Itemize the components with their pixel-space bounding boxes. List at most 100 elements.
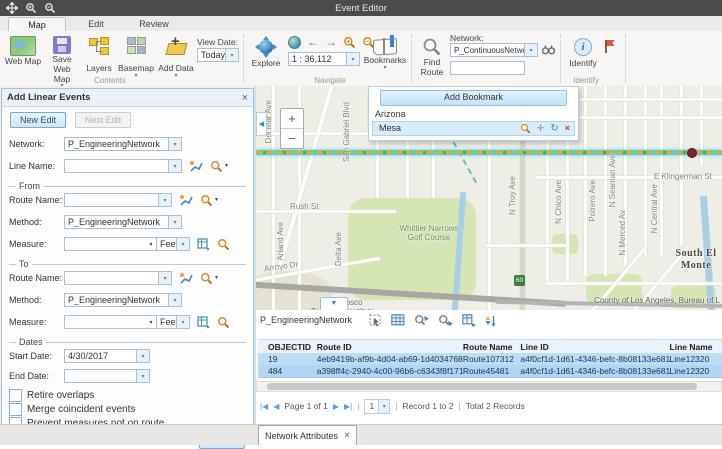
find-route-icon [416,37,448,57]
next-edit-button[interactable]: Next Edit [75,112,132,128]
chevron-down-icon [146,319,156,326]
to-measure-label: Measure: [9,317,64,327]
network-attributes-tab[interactable]: Network Attributes [258,425,357,445]
find-route-button[interactable]: Find Route [416,37,448,78]
merge-coincident-checkbox[interactable] [9,403,22,416]
tab-review[interactable]: Review [126,17,182,31]
chevron-down-icon [168,216,181,228]
to-measure-combo[interactable] [64,315,156,329]
from-unit-select[interactable]: Feet [156,237,190,251]
start-date-select[interactable]: 4/30/2017 [64,349,150,363]
line-name-select[interactable] [64,159,182,173]
poi-label: Whittier Narrows Golf Course [398,224,460,242]
bookmark-update-icon[interactable] [550,124,558,134]
street-label: Arland Ave [276,222,285,261]
previous-page-icon[interactable] [273,402,279,411]
last-page-icon[interactable] [344,402,352,411]
measure-table-icon[interactable] [197,238,210,251]
table-options-icon[interactable] [391,314,405,326]
chevron-down-icon [176,238,189,250]
from-measure-combo[interactable] [64,237,156,251]
table-pagination: Page 1 of 1 | 1 | Record 1 to 2 | Total … [260,398,722,414]
close-tab-icon[interactable] [344,430,350,441]
select-records-icon[interactable] [369,314,382,327]
new-edit-button[interactable]: New Edit [10,112,66,128]
end-date-select[interactable] [64,369,150,383]
web-map-button[interactable]: Web Map [4,36,42,67]
select-on-map-icon[interactable] [189,160,203,173]
to-unit-select[interactable]: Feet [156,315,190,329]
zoom-to-icon[interactable] [200,194,218,207]
next-extent-icon[interactable] [325,37,337,48]
binoculars-icon[interactable] [542,44,555,55]
map-zoom-control: + − [280,108,304,149]
pan-icon[interactable] [6,2,18,14]
from-method-select[interactable]: P_EngineeringNetwork [64,215,182,229]
identify-icon: i [574,38,592,56]
identify-button[interactable]: i Identify [566,38,600,69]
map-zoom-out-button[interactable]: − [281,129,303,148]
scale-select[interactable]: 1 : 36,112 [288,52,360,66]
bookmark-item-arizona[interactable]: Arizona [369,108,578,121]
bookmark-pan-icon[interactable] [537,121,545,136]
full-extent-icon[interactable] [288,36,301,49]
view-date-select[interactable]: Today [197,48,239,62]
table-row[interactable]: 484 a398ff4c-2940-4c00-96b6-c6343f8f1711… [258,365,722,378]
chevron-down-icon [215,198,218,202]
bookmarks-button[interactable]: Bookmarks [363,36,407,70]
switch-selection-icon[interactable] [462,314,476,327]
horizontal-scrollbar[interactable] [256,381,722,392]
to-method-select[interactable]: P_EngineeringNetwork [64,293,182,307]
sort-icon[interactable] [485,314,497,327]
zoom-to-icon[interactable] [217,316,230,329]
zoom-to-selection-icon[interactable] [414,314,429,327]
select-on-map-icon[interactable] [179,194,193,207]
measure-table-icon[interactable] [197,316,210,329]
add-data-button[interactable]: Add Data [156,37,196,78]
close-icon[interactable] [242,92,248,104]
bookmark-zoom-icon[interactable] [520,121,531,136]
retire-overlaps-label: Retire overlaps [27,390,94,401]
explore-button[interactable]: Explore [248,37,284,69]
bookmarks-icon [373,36,397,55]
chevron-down-icon [524,44,537,56]
page-number-select[interactable]: 1 [364,399,390,414]
bookmark-delete-icon[interactable] [565,121,570,136]
to-route-name-select[interactable] [64,271,172,285]
layers-button[interactable]: Layers [82,37,116,74]
tab-map[interactable]: Map [8,17,66,32]
column-header[interactable]: Line ID [520,342,669,352]
network-label: Network: [450,33,484,43]
first-page-icon[interactable] [260,402,268,411]
street-label: N Troy Ave [508,176,517,215]
previous-extent-icon[interactable] [307,37,319,48]
scrollbar-thumb[interactable] [267,383,697,390]
column-header[interactable]: Route ID [317,342,463,352]
map-zoom-in-button[interactable]: + [281,109,303,129]
network-select[interactable]: P_ContinuousNetwork [450,43,538,57]
zoom-to-icon[interactable] [200,272,218,285]
panel-network-select[interactable]: P_EngineeringNetwork [64,137,182,151]
add-bookmark-button[interactable]: Add Bookmark [380,90,567,106]
collapse-panel-arrow[interactable] [256,112,267,136]
zoom-to-icon[interactable] [217,238,230,251]
basemap-button[interactable]: Basemap [116,37,156,78]
street-label: Delta Ave [334,232,343,266]
zoom-in-map-icon[interactable] [343,36,356,49]
next-page-icon[interactable] [333,402,339,411]
zoom-in-icon[interactable] [25,2,37,14]
select-on-map-icon[interactable] [179,272,193,285]
tab-edit[interactable]: Edit [70,17,122,31]
column-header[interactable]: Route Name [463,342,521,352]
retire-overlaps-checkbox[interactable] [9,389,22,402]
from-route-name-select[interactable] [64,193,172,207]
map-canvas[interactable]: 60 Del Mar Ave San Gabriel Blvd Rush St … [256,86,722,310]
zoom-out-icon[interactable] [44,2,56,14]
column-header[interactable]: OBJECTID [258,342,317,352]
bookmark-item-mesa[interactable]: Mesa [372,121,575,136]
pan-to-selection-icon[interactable] [438,314,453,327]
zoom-to-icon[interactable] [210,160,228,173]
table-toggle-button[interactable] [320,297,348,310]
route-input[interactable] [450,61,525,75]
column-header[interactable]: Line Name [670,342,722,352]
